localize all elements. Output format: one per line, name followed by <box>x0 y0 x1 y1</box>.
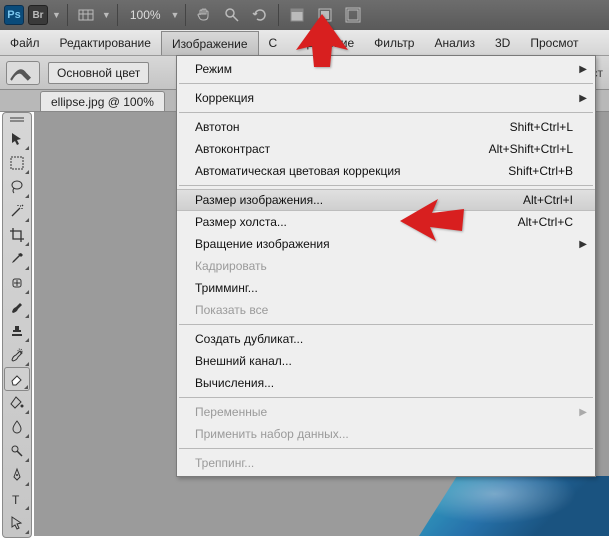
menu-item-shortcut: Alt+Ctrl+C <box>518 215 573 229</box>
menu-item-crop: Кадрировать <box>177 255 595 277</box>
menu-separator <box>179 397 593 398</box>
brush-tool-icon[interactable] <box>4 295 30 319</box>
chevron-down-icon[interactable]: ▼ <box>171 10 180 20</box>
menu-item-reveal-all: Показать все <box>177 299 595 321</box>
menu-item-autocontrast[interactable]: Автоконтраст Alt+Shift+Ctrl+L <box>177 138 595 160</box>
menu-edit[interactable]: Редактирование <box>50 30 161 55</box>
path-select-icon[interactable] <box>4 511 30 535</box>
menu-item-label: Режим <box>195 62 232 76</box>
lasso-tool-icon[interactable] <box>4 175 30 199</box>
menu-item-trim[interactable]: Тримминг... <box>177 277 595 299</box>
current-tool-icon[interactable] <box>6 61 40 85</box>
menu-item-label: Размер холста... <box>195 215 287 229</box>
menu-item-label: Автоконтраст <box>195 142 270 156</box>
chevron-down-icon[interactable]: ▼ <box>52 10 61 20</box>
menu-item-autotone[interactable]: Автотон Shift+Ctrl+L <box>177 116 595 138</box>
menu-item-variables: Переменные ▶ <box>177 401 595 423</box>
blur-tool-icon[interactable] <box>4 415 30 439</box>
menu-item-label: Коррекция <box>195 91 254 105</box>
annotation-arrow-menu <box>398 195 466 248</box>
canvas-content <box>419 476 609 536</box>
menu-3d[interactable]: 3D <box>485 30 520 55</box>
bucket-tool-icon[interactable] <box>4 391 30 415</box>
menu-item-label: Показать все <box>195 303 268 317</box>
move-tool-icon[interactable] <box>4 127 30 151</box>
menu-separator <box>179 83 593 84</box>
menu-item-label: Кадрировать <box>195 259 267 273</box>
menu-separator <box>179 448 593 449</box>
menu-layer-partial[interactable]: С <box>259 30 280 55</box>
svg-text:T: T <box>12 493 20 507</box>
submenu-arrow-icon: ▶ <box>579 64 587 75</box>
menu-analysis[interactable]: Анализ <box>424 30 485 55</box>
submenu-arrow-icon: ▶ <box>579 239 587 250</box>
menu-item-label: Вращение изображения <box>195 237 330 251</box>
menu-item-shortcut: Shift+Ctrl+B <box>508 164 573 178</box>
menu-item-label: Автоматическая цветовая коррекция <box>195 164 401 178</box>
menu-file[interactable]: Файл <box>0 30 50 55</box>
menu-image[interactable]: Изображение <box>161 31 259 55</box>
dodge-tool-icon[interactable] <box>4 439 30 463</box>
frames-icon[interactable] <box>74 4 98 26</box>
menu-item-rotate[interactable]: Вращение изображения ▶ <box>177 233 595 255</box>
document-tab-title: ellipse.jpg @ 100% <box>51 95 154 109</box>
menu-item-calculations[interactable]: Вычисления... <box>177 372 595 394</box>
heal-tool-icon[interactable] <box>4 271 30 295</box>
menu-item-label: Применить набор данных... <box>195 427 349 441</box>
ps-logo-icon[interactable]: Ps <box>4 5 24 25</box>
chevron-down-icon[interactable]: ▼ <box>102 10 111 20</box>
menu-item-autocolor[interactable]: Автоматическая цветовая коррекция Shift+… <box>177 160 595 182</box>
zoom-level[interactable]: 100% <box>124 8 167 22</box>
menu-item-duplicate[interactable]: Создать дубликат... <box>177 328 595 350</box>
menu-item-apply-data: Применить набор данных... <box>177 423 595 445</box>
stamp-tool-icon[interactable] <box>4 319 30 343</box>
menu-item-label: Тримминг... <box>195 281 258 295</box>
menu-filter[interactable]: Фильтр <box>364 30 424 55</box>
menu-item-label: Треппинг... <box>195 456 254 470</box>
palette-grip-icon[interactable] <box>7 117 27 123</box>
menu-item-label: Размер изображения... <box>195 193 323 207</box>
image-menu-dropdown: Режим ▶ Коррекция ▶ Автотон Shift+Ctrl+L… <box>176 55 596 477</box>
document-tab[interactable]: ellipse.jpg @ 100% <box>40 91 165 111</box>
menu-item-correction[interactable]: Коррекция ▶ <box>177 87 595 109</box>
menu-item-shortcut: Alt+Ctrl+I <box>523 193 573 207</box>
history-brush-icon[interactable] <box>4 343 30 367</box>
menu-view-partial[interactable]: Просмот <box>520 30 578 55</box>
menu-item-label: Вычисления... <box>195 376 274 390</box>
fill-mode-label: Основной цвет <box>57 66 140 80</box>
menu-item-trap: Треппинг... <box>177 452 595 474</box>
fill-mode-dropdown[interactable]: Основной цвет <box>48 62 149 84</box>
menu-item-image-size[interactable]: Размер изображения... Alt+Ctrl+I <box>177 189 595 211</box>
menu-item-label: Создать дубликат... <box>195 332 303 346</box>
menu-item-canvas-size[interactable]: Размер холста... Alt+Ctrl+C <box>177 211 595 233</box>
bridge-logo-icon[interactable]: Br <box>28 5 48 25</box>
type-tool-icon[interactable]: T <box>4 487 30 511</box>
eraser-tool-icon[interactable] <box>4 367 30 391</box>
menu-item-shortcut: Alt+Shift+Ctrl+L <box>489 142 573 156</box>
rotate-view-icon[interactable] <box>248 4 272 26</box>
submenu-arrow-icon: ▶ <box>579 93 587 104</box>
hand-tool-icon[interactable] <box>192 4 216 26</box>
menu-separator <box>179 112 593 113</box>
submenu-arrow-icon: ▶ <box>579 407 587 418</box>
menu-item-mode[interactable]: Режим ▶ <box>177 58 595 80</box>
tool-palette: T <box>2 112 32 538</box>
wand-tool-icon[interactable] <box>4 199 30 223</box>
menu-item-label: Переменные <box>195 405 267 419</box>
marquee-tool-icon[interactable] <box>4 151 30 175</box>
menu-item-label: Автотон <box>195 120 240 134</box>
annotation-arrow-top <box>292 12 352 75</box>
menu-item-label: Внешний канал... <box>195 354 292 368</box>
pen-tool-icon[interactable] <box>4 463 30 487</box>
menu-separator <box>179 324 593 325</box>
eyedropper-tool-icon[interactable] <box>4 247 30 271</box>
zoom-tool-icon[interactable] <box>220 4 244 26</box>
crop-tool-icon[interactable] <box>4 223 30 247</box>
menu-separator <box>179 185 593 186</box>
menu-item-apply-image[interactable]: Внешний канал... <box>177 350 595 372</box>
menu-item-shortcut: Shift+Ctrl+L <box>510 120 573 134</box>
